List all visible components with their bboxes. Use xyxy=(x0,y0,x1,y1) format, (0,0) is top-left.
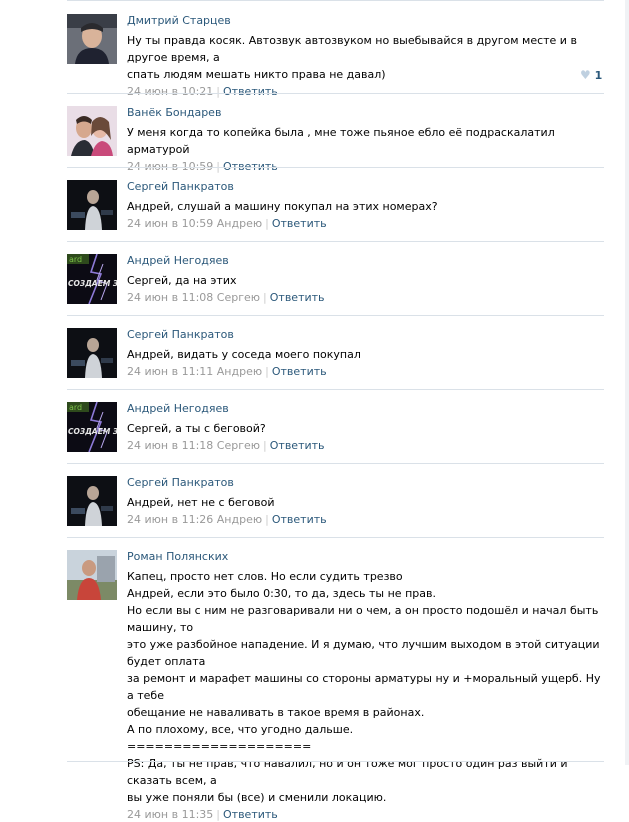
divider xyxy=(67,167,604,168)
comment-date[interactable]: 24 июн в 11:35 xyxy=(127,808,213,821)
avatar-logo-text: СОЗДАЕМ ЗВУК xyxy=(68,279,117,288)
comment-meta: 24 июн в 10:59 Андрею | Ответить xyxy=(127,217,327,230)
comment-meta: 24 июн в 11:11 Андрею | Ответить xyxy=(127,365,327,378)
author-name[interactable]: Сергей Панкратов xyxy=(127,180,607,194)
comment-meta: 24 июн в 10:21 | Ответить xyxy=(127,85,278,98)
like-count: 1 xyxy=(594,69,603,82)
author-name[interactable]: Сергей Панкратов xyxy=(127,328,607,342)
avatar-badge-text: ard xyxy=(69,255,82,264)
avatar[interactable]: ard СОЗДАЕМ ЗВУК xyxy=(67,254,117,304)
author-name[interactable]: Андрей Негодяев xyxy=(127,402,607,416)
reply-button[interactable]: Ответить xyxy=(270,439,325,452)
reply-to[interactable]: Сергею xyxy=(217,439,260,452)
author-name[interactable]: Ванёк Бондарев xyxy=(127,106,607,120)
comment-date[interactable]: 24 июн в 10:21 xyxy=(127,85,213,98)
like-button[interactable]: ♥ 1 xyxy=(580,68,602,82)
comment-meta: 24 июн в 11:08 Сергею | Ответить xyxy=(127,291,325,304)
divider xyxy=(67,241,604,242)
author-name[interactable]: Сергей Панкратов xyxy=(127,476,607,490)
comment-date[interactable]: 24 июн в 11:08 xyxy=(127,291,213,304)
reply-button[interactable]: Ответить xyxy=(272,217,327,230)
reply-button[interactable]: Ответить xyxy=(223,85,278,98)
comment-text: Сергей, да на этих xyxy=(127,274,237,287)
comment-text: Капец, просто нет слов. Но если судить т… xyxy=(127,570,601,804)
avatar[interactable] xyxy=(67,328,117,378)
sound-logo-image: ard СОЗДАЕМ ЗВУК xyxy=(67,254,117,304)
reply-button[interactable]: Ответить xyxy=(272,365,327,378)
comment-text: Ну ты правда косяк. Автозвук автозвуком … xyxy=(127,34,577,81)
comment-meta: 24 июн в 11:26 Андрею | Ответить xyxy=(127,513,327,526)
avatar[interactable] xyxy=(67,476,117,526)
sound-logo-image: ard СОЗДАЕМ ЗВУК xyxy=(67,402,117,452)
avatar[interactable]: ard СОЗДАЕМ ЗВУК xyxy=(67,402,117,452)
heart-icon: ♥ xyxy=(580,68,591,82)
avatar[interactable] xyxy=(67,14,117,64)
comment-text: У меня когда то копейка была , мне тоже … xyxy=(127,126,559,156)
reply-button[interactable]: Ответить xyxy=(270,291,325,304)
comment-date[interactable]: 24 июн в 11:18 xyxy=(127,439,213,452)
divider xyxy=(67,315,604,316)
reply-button[interactable]: Ответить xyxy=(272,513,327,526)
avatar[interactable] xyxy=(67,550,117,600)
comment-text: Андрей, слушай а машину покупал на этих … xyxy=(127,200,438,213)
reply-to[interactable]: Андрею xyxy=(217,365,262,378)
reply-button[interactable]: Ответить xyxy=(223,808,278,821)
avatar[interactable] xyxy=(67,180,117,230)
comment-date[interactable]: 24 июн в 11:11 xyxy=(127,365,213,378)
comment-date[interactable]: 24 июн в 11:26 xyxy=(127,513,213,526)
divider xyxy=(67,537,604,538)
avatar-logo-text: СОЗДАЕМ ЗВУК xyxy=(68,427,117,436)
divider xyxy=(67,0,604,1)
author-name[interactable]: Роман Полянских xyxy=(127,550,607,564)
divider xyxy=(67,389,604,390)
reply-to[interactable]: Сергею xyxy=(217,291,260,304)
avatar[interactable] xyxy=(67,106,117,156)
divider xyxy=(67,93,604,94)
author-name[interactable]: Дмитрий Старцев xyxy=(127,14,607,28)
avatar-badge-text: ard xyxy=(69,403,82,412)
reply-to[interactable]: Андрею xyxy=(217,217,262,230)
comment-date[interactable]: 24 июн в 10:59 xyxy=(127,217,213,230)
comment-text: Андрей, нет не с беговой xyxy=(127,496,275,509)
divider xyxy=(67,463,604,464)
comment-text: Сергей, а ты с беговой? xyxy=(127,422,266,435)
author-name[interactable]: Андрей Негодяев xyxy=(127,254,607,268)
reply-to[interactable]: Андрею xyxy=(217,513,262,526)
scrollbar-track[interactable] xyxy=(625,0,629,765)
divider xyxy=(67,761,604,762)
comment-text: Андрей, видать у соседа моего покупал xyxy=(127,348,361,361)
comment-meta: 24 июн в 11:18 Сергею | Ответить xyxy=(127,439,325,452)
comment-meta: 24 июн в 11:35 | Ответить xyxy=(127,808,278,821)
